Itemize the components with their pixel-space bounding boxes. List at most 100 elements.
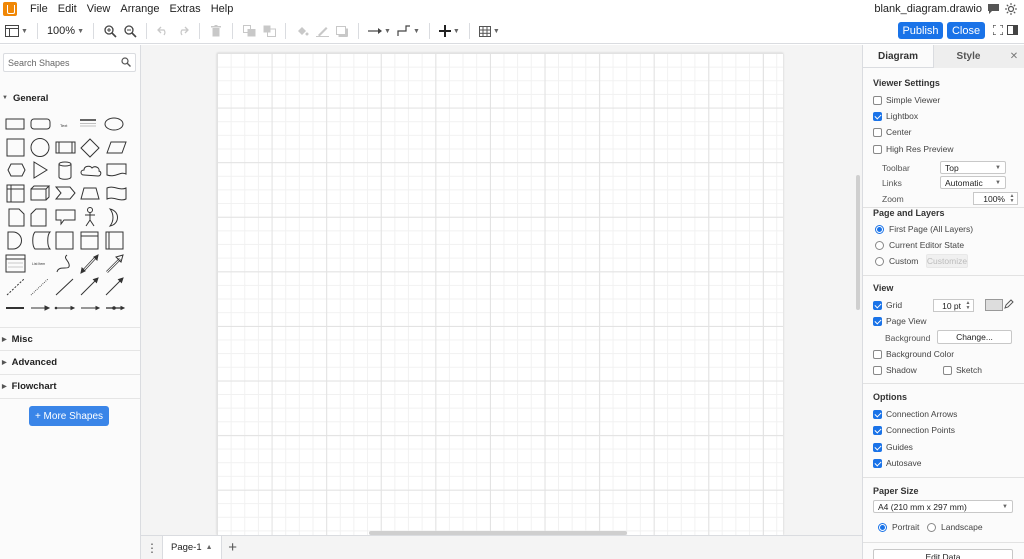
shape-bidirectional-arrow[interactable] xyxy=(80,254,99,274)
shape-dashed-line[interactable] xyxy=(6,278,25,296)
landscape-option[interactable]: Landscape xyxy=(927,520,983,534)
shape-callout[interactable] xyxy=(55,209,76,226)
page-view-checkbox[interactable] xyxy=(873,316,882,326)
shadow-option[interactable]: Shadow xyxy=(873,363,917,377)
shape-connector-labeled[interactable] xyxy=(81,305,101,311)
menu-edit[interactable]: Edit xyxy=(53,0,82,18)
shape-square-alt[interactable] xyxy=(55,231,74,250)
guides-checkbox[interactable] xyxy=(873,442,882,452)
vertical-scrollbar[interactable] xyxy=(856,175,860,310)
shape-hexagon[interactable] xyxy=(7,163,26,177)
autosave-checkbox[interactable] xyxy=(873,458,882,468)
connection-points-checkbox[interactable] xyxy=(873,425,882,435)
insert-plus-icon[interactable]: ▼ xyxy=(436,20,463,42)
shape-rectangle[interactable] xyxy=(5,118,25,130)
sketch-option[interactable]: Sketch xyxy=(943,363,982,377)
shape-data-storage[interactable] xyxy=(32,231,52,250)
guides-option[interactable]: Guides xyxy=(873,440,913,454)
shape-internal-storage[interactable] xyxy=(6,184,25,203)
shape-cube[interactable] xyxy=(30,185,51,201)
view-panels-icon[interactable]: ▼ xyxy=(2,20,31,42)
shape-directional-connector[interactable] xyxy=(80,277,99,296)
more-shapes-button[interactable]: + More Shapes xyxy=(29,406,109,426)
shape-actor[interactable] xyxy=(85,207,95,227)
shape-dotted-line[interactable] xyxy=(30,278,49,296)
redo-icon[interactable] xyxy=(173,20,193,42)
shape-delay[interactable] xyxy=(7,231,22,250)
close-button[interactable]: Close xyxy=(947,22,985,39)
shape-trapezoid[interactable] xyxy=(80,187,100,200)
shape-circle[interactable] xyxy=(30,138,50,157)
shape-square[interactable] xyxy=(6,138,25,157)
grid-checkbox[interactable] xyxy=(873,300,882,310)
section-general[interactable]: ▼ General xyxy=(0,87,140,109)
center-checkbox[interactable] xyxy=(873,127,882,137)
zoom-in-icon[interactable] xyxy=(100,20,120,42)
edit-data-button[interactable]: Edit Data xyxy=(873,549,1013,559)
connection-arrows-option[interactable]: Connection Arrows xyxy=(873,407,957,421)
to-front-icon[interactable] xyxy=(239,20,259,42)
customize-button[interactable]: Customize xyxy=(926,254,968,268)
shape-text-label[interactable]: Text xyxy=(60,123,68,128)
section-flowchart[interactable]: ▶ Flowchart xyxy=(0,375,140,397)
shape-ellipse[interactable] xyxy=(104,117,124,131)
close-icon[interactable]: ✕ xyxy=(1003,45,1024,68)
zoom-input[interactable]: 100% ▲ ▼ xyxy=(973,192,1018,205)
lightbox-option[interactable]: Lightbox xyxy=(873,109,918,123)
simple-viewer-option[interactable]: Simple Viewer xyxy=(873,93,940,107)
connection-style-icon[interactable]: ▼ xyxy=(365,20,394,42)
shape-list-item-label[interactable]: List Item xyxy=(32,262,45,266)
current-editor-state-radio[interactable] xyxy=(875,240,884,250)
autosave-option[interactable]: Autosave xyxy=(873,456,921,470)
links-select[interactable]: Automatic ▼ xyxy=(940,176,1006,189)
shape-container[interactable] xyxy=(80,231,99,250)
sketch-checkbox[interactable] xyxy=(943,365,952,375)
search-shapes-input[interactable] xyxy=(4,54,114,71)
shape-cloud[interactable] xyxy=(80,165,102,177)
shape-connector-start-end[interactable] xyxy=(54,305,76,311)
high-res-preview-checkbox[interactable] xyxy=(873,144,882,154)
background-color-checkbox[interactable] xyxy=(873,349,882,359)
grid-color-swatch[interactable] xyxy=(985,299,1003,311)
shape-link-arrow[interactable] xyxy=(31,305,51,311)
first-page-option[interactable]: First Page (All Layers) xyxy=(875,222,973,236)
portrait-radio[interactable] xyxy=(878,522,887,532)
table-icon[interactable]: ▼ xyxy=(476,20,503,42)
fullscreen-icon[interactable] xyxy=(991,23,1005,37)
publish-button[interactable]: Publish xyxy=(898,22,943,39)
high-res-preview-option[interactable]: High Res Preview xyxy=(873,142,954,156)
diagram-canvas[interactable] xyxy=(141,45,862,535)
shape-arrow[interactable] xyxy=(106,254,124,273)
toolbar-position-select[interactable]: Top ▼ xyxy=(940,161,1006,174)
shape-connector[interactable] xyxy=(105,277,124,296)
theme-sun-icon[interactable] xyxy=(1004,2,1018,16)
chevron-up-icon[interactable]: ▲ xyxy=(206,544,213,551)
comments-icon[interactable] xyxy=(986,2,1000,16)
format-panel-toggle-icon[interactable] xyxy=(1005,23,1019,37)
connection-arrows-checkbox[interactable] xyxy=(873,409,882,419)
shape-triangle[interactable] xyxy=(33,161,48,179)
shape-process[interactable] xyxy=(55,141,76,154)
section-misc[interactable]: ▶ Misc xyxy=(0,328,140,350)
menu-extras[interactable]: Extras xyxy=(165,0,206,18)
shadow-icon[interactable] xyxy=(332,20,352,42)
delete-icon[interactable] xyxy=(206,20,226,42)
grid-option[interactable]: Grid xyxy=(873,298,902,312)
section-advanced[interactable]: ▶ Advanced xyxy=(0,351,140,373)
search-icon[interactable] xyxy=(121,57,131,67)
pencil-icon[interactable] xyxy=(1004,299,1014,312)
zoom-spinner-icon[interactable]: ▲ ▼ xyxy=(1008,194,1016,204)
undo-icon[interactable] xyxy=(153,20,173,42)
connection-points-option[interactable]: Connection Points xyxy=(873,423,955,437)
shape-step[interactable] xyxy=(54,186,76,200)
menu-arrange[interactable]: Arrange xyxy=(115,0,164,18)
tab-style[interactable]: Style xyxy=(933,45,1003,68)
diagram-page[interactable] xyxy=(217,53,783,535)
menu-help[interactable]: Help xyxy=(206,0,239,18)
landscape-radio[interactable] xyxy=(927,522,936,532)
menu-view[interactable]: View xyxy=(82,0,116,18)
shape-tape[interactable] xyxy=(106,186,127,201)
background-color-option[interactable]: Background Color xyxy=(873,347,954,361)
paper-size-select[interactable]: A4 (210 mm x 297 mm) ▼ xyxy=(873,500,1013,513)
shadow-checkbox[interactable] xyxy=(873,365,882,375)
